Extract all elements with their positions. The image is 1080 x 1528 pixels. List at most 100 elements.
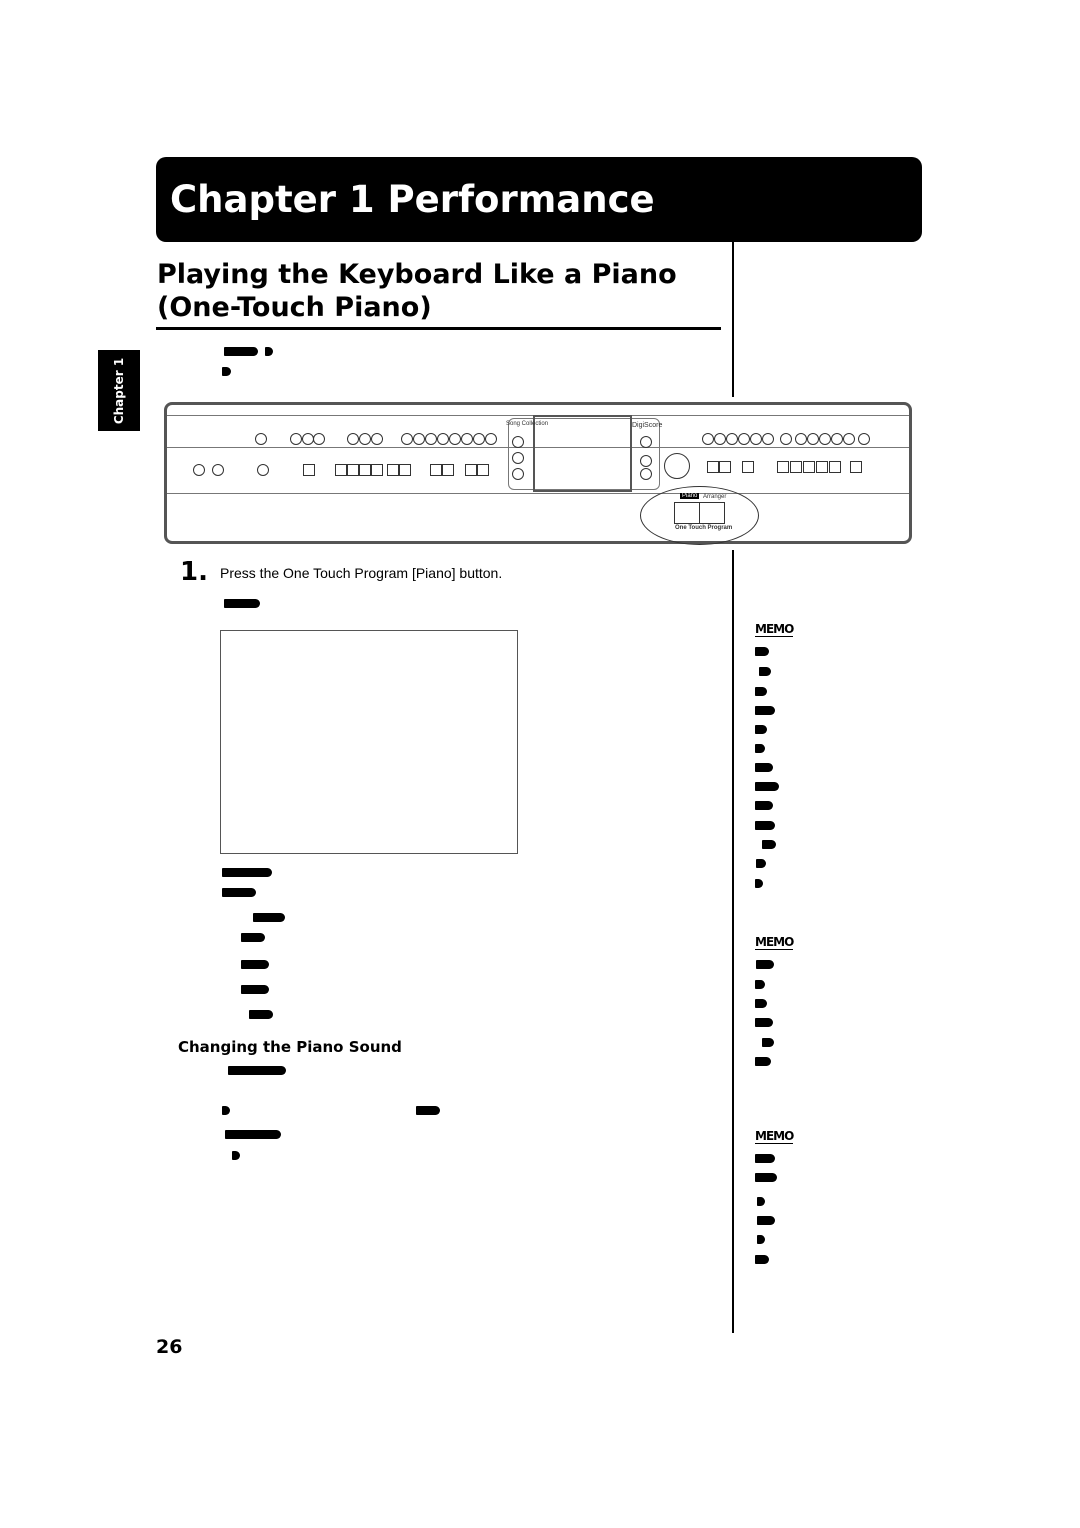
glyph-block: [755, 647, 769, 656]
glyph-block: [759, 667, 771, 676]
glyph-block: [762, 840, 776, 849]
panel-knob: [714, 433, 726, 445]
chapter-title: Chapter 1 Performance: [170, 178, 655, 221]
panel-button: [742, 461, 754, 473]
panel-line: [167, 493, 909, 494]
panel-knob: [640, 436, 652, 448]
panel-knob: [807, 433, 819, 445]
panel-button: [816, 461, 828, 473]
panel-button: [347, 464, 359, 476]
glyph-block: [755, 1173, 777, 1182]
panel-button: [477, 464, 489, 476]
glyph-block: [755, 980, 765, 989]
panel-knob: [512, 452, 524, 464]
piano-button-label: Piano: [680, 493, 700, 499]
glyph-block: [755, 1057, 771, 1066]
glyph-block: [755, 1018, 773, 1027]
panel-button: [790, 461, 802, 473]
piano-button: [674, 502, 700, 524]
glyph-block: [241, 985, 269, 994]
section-rule: [156, 327, 721, 330]
glyph-block: [755, 744, 765, 753]
panel-knob: [750, 433, 762, 445]
glyph-block: [757, 1197, 765, 1206]
panel-button: [359, 464, 371, 476]
panel-button: [719, 461, 731, 473]
glyph-block: [755, 879, 763, 888]
digiscore-label: DigiScore: [632, 422, 663, 429]
panel-knob: [762, 433, 774, 445]
panel-knob: [738, 433, 750, 445]
panel-knob: [819, 433, 831, 445]
panel-knob: [640, 455, 652, 467]
glyph-block: [225, 1130, 281, 1139]
panel-knob: [212, 464, 224, 476]
glyph-block: [224, 599, 260, 608]
glyph-block: [249, 1010, 273, 1019]
column-divider: [732, 550, 734, 1333]
glyph-block: [755, 801, 773, 810]
panel-knob: [449, 433, 461, 445]
panel-knob: [371, 433, 383, 445]
panel-knob: [347, 433, 359, 445]
glyph-block: [755, 1255, 769, 1264]
one-touch-program-label: One Touch Program: [675, 525, 733, 531]
dial-knob: [664, 453, 690, 479]
panel-knob: [858, 433, 870, 445]
glyph-block: [241, 960, 269, 969]
glyph-block: [755, 725, 767, 734]
section-title-line1: Playing the Keyboard Like a Piano: [157, 259, 677, 290]
panel-knob: [485, 433, 497, 445]
panel-button: [803, 461, 815, 473]
panel-button: [335, 464, 347, 476]
panel-knob: [512, 436, 524, 448]
glyph-block: [265, 347, 273, 356]
panel-knob: [512, 468, 524, 480]
panel-knob: [413, 433, 425, 445]
column-divider: [732, 242, 734, 397]
side-tab-label: Chapter 1: [112, 357, 126, 424]
panel-knob: [640, 468, 652, 480]
panel-knob: [437, 433, 449, 445]
panel-knob: [780, 433, 792, 445]
glyph-block: [253, 913, 285, 922]
panel-button: [850, 461, 862, 473]
glyph-block: [757, 1235, 765, 1244]
glyph-block: [755, 687, 767, 696]
glyph-block: [755, 706, 775, 715]
panel-knob: [401, 433, 413, 445]
panel-button: [399, 464, 411, 476]
subheading: Changing the Piano Sound: [178, 1038, 402, 1056]
chapter-side-tab: Chapter 1: [98, 350, 140, 431]
glyph-block: [755, 821, 775, 830]
section-title-line2: (One-Touch Piano): [157, 292, 432, 323]
panel-button: [777, 461, 789, 473]
glyph-block: [755, 999, 767, 1008]
glyph-block: [241, 933, 265, 942]
panel-knob: [290, 433, 302, 445]
panel-knob: [461, 433, 473, 445]
memo-icon: MEMO: [755, 622, 794, 637]
panel-knob: [473, 433, 485, 445]
manual-page: Chapter 1 Performance Playing the Keyboa…: [0, 0, 1080, 1528]
glyph-block: [222, 1106, 230, 1115]
panel-button: [303, 464, 315, 476]
panel-knob: [359, 433, 371, 445]
panel-button: [442, 464, 454, 476]
memo-icon: MEMO: [755, 935, 794, 950]
panel-knob: [843, 433, 855, 445]
step-text: Press the One Touch Program [Piano] butt…: [220, 565, 503, 581]
panel-button: [387, 464, 399, 476]
glyph-block: [224, 347, 258, 356]
glyph-block: [228, 1066, 286, 1075]
glyph-block: [757, 1216, 775, 1225]
glyph-block: [755, 763, 773, 772]
glyph-block: [762, 1038, 774, 1047]
arranger-button: [699, 502, 725, 524]
glyph-block: [755, 1154, 775, 1163]
glyph-block: [755, 782, 779, 791]
panel-knob: [257, 464, 269, 476]
panel-button: [829, 461, 841, 473]
glyph-block: [222, 868, 272, 877]
step-number: 1.: [180, 557, 208, 587]
